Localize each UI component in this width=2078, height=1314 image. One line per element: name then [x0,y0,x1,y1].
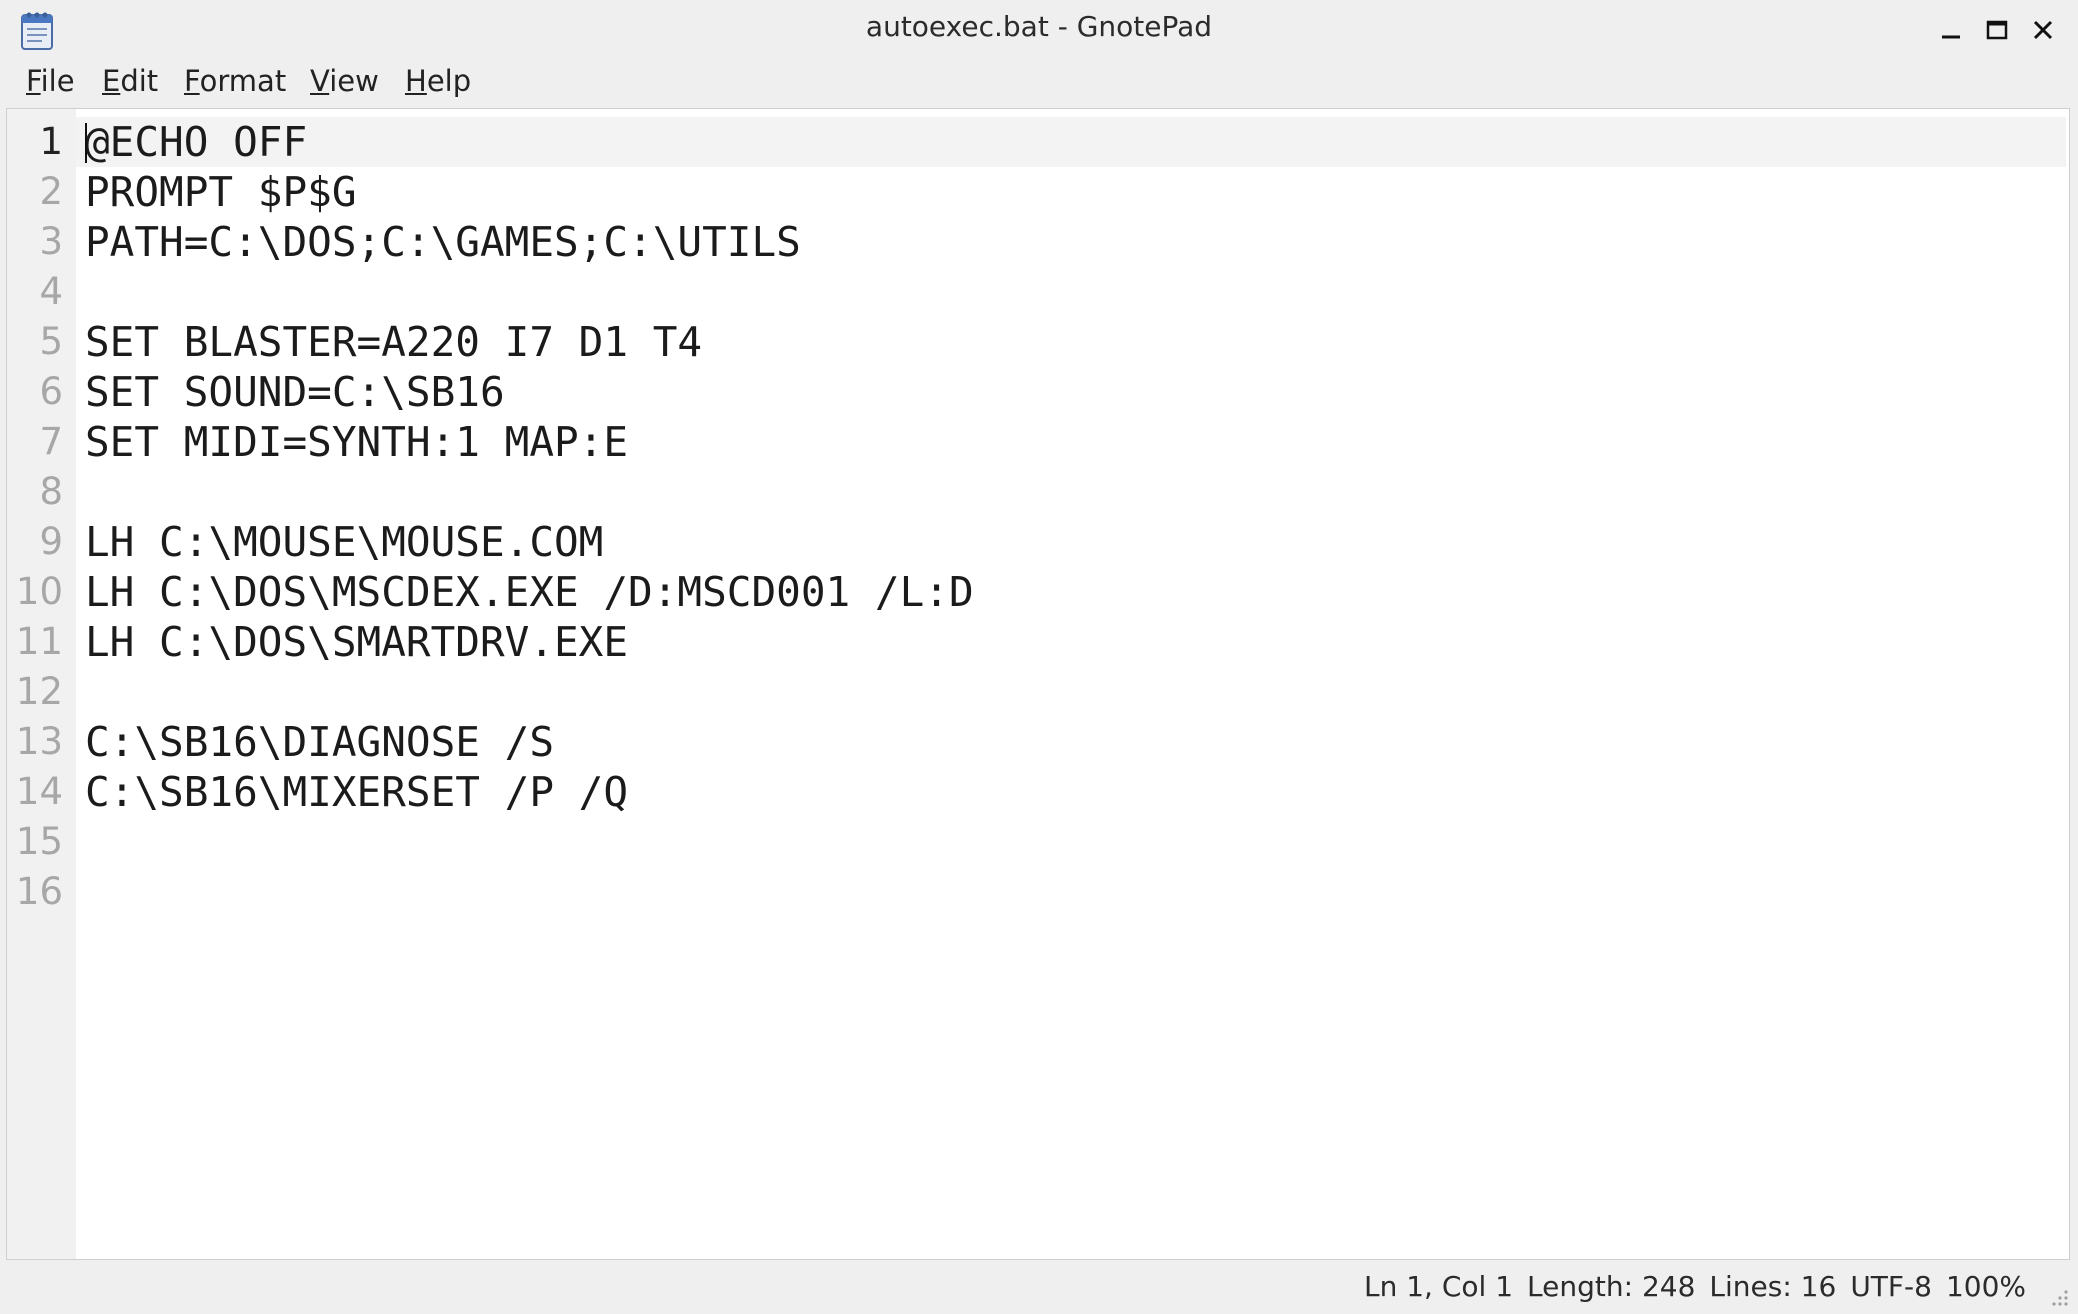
status-position: Ln 1, Col 1 [1364,1270,1514,1303]
line-number: 9 [39,520,63,563]
menu-help-mnemonic: H [405,64,427,98]
line-text[interactable]: LH C:\DOS\MSCDEX.EXE /D:MSCD001 /L:D [85,567,974,617]
status-length: Length: 248 [1527,1270,1696,1303]
line-number: 16 [15,870,63,913]
line-text[interactable]: LH C:\MOUSE\MOUSE.COM [85,517,603,567]
editor-line[interactable]: 8 [7,467,2069,517]
menu-format-label: ormat [199,64,287,98]
editor-line[interactable]: 15 [7,817,2069,867]
maximize-button[interactable] [1977,10,2017,50]
window-title: autoexec.bat - GnotePad [865,10,1213,43]
editor-line[interactable]: 5 SET BLASTER=A220 I7 D1 T4 [7,317,2069,367]
menu-help[interactable]: Help [405,62,471,100]
editor-line[interactable]: 16 [7,867,2069,917]
line-number: 13 [15,720,63,763]
menu-edit[interactable]: Edit [102,62,158,100]
editor-line[interactable]: 2 PROMPT $P$G [7,167,2069,217]
editor-line[interactable]: 4 [7,267,2069,317]
editor-line[interactable]: 13 C:\SB16\DIAGNOSE /S [7,717,2069,767]
line-number: 1 [39,120,63,163]
close-icon [2033,20,2053,40]
menu-edit-label: dit [120,64,159,98]
line-number: 12 [15,670,63,713]
menu-file[interactable]: File [26,62,75,100]
minimize-icon [1942,35,1960,39]
menu-view-mnemonic: V [310,64,330,98]
menu-edit-mnemonic: E [102,64,121,98]
status-bar: Ln 1, Col 1 Length: 248 Lines: 16 UTF-8 100% [0,1262,2078,1314]
text-caret [85,123,87,163]
line-text[interactable]: PATH=C:\DOS;C:\GAMES;C:\UTILS [85,217,801,267]
line-text[interactable]: LH C:\DOS\SMARTDRV.EXE [85,617,628,667]
line-number: 11 [15,620,63,663]
minimize-button[interactable] [1931,10,1971,50]
line-text[interactable]: C:\SB16\DIAGNOSE /S [85,717,554,767]
status-encoding: UTF-8 [1850,1270,1932,1303]
line-number: 2 [39,170,63,213]
line-text[interactable]: SET SOUND=C:\SB16 [85,367,505,417]
menu-file-label: ile [40,64,75,98]
editor-line[interactable]: 3 PATH=C:\DOS;C:\GAMES;C:\UTILS [7,217,2069,267]
text-editor[interactable]: 1 @ECHO OFF 2 PROMPT $P$G 3 PATH=C:\DOS;… [6,108,2070,1260]
editor-line[interactable]: 10 LH C:\DOS\MSCDEX.EXE /D:MSCD001 /L:D [7,567,2069,617]
editor-line[interactable]: 11 LH C:\DOS\SMARTDRV.EXE [7,617,2069,667]
status-text: Ln 1, Col 1 Length: 248 Lines: 16 UTF-8 100% [1350,1270,2026,1303]
close-button[interactable] [2023,10,2063,50]
line-number: 10 [15,570,63,613]
menu-view-label: iew [329,64,379,98]
editor-line[interactable]: 7 SET MIDI=SYNTH:1 MAP:E [7,417,2069,467]
line-number: 6 [39,370,63,413]
status-lines: Lines: 16 [1709,1270,1837,1303]
line-text[interactable]: SET BLASTER=A220 I7 D1 T4 [85,317,702,367]
menu-format[interactable]: Format [184,62,286,100]
app-window: autoexec.bat - GnotePad File Edit Format… [0,0,2078,1314]
menu-format-mnemonic: F [184,64,200,98]
menu-view[interactable]: View [310,62,379,100]
line-number: 14 [15,770,63,813]
resize-grip-icon[interactable] [2046,1284,2070,1308]
title-bar[interactable]: autoexec.bat - GnotePad [0,0,2078,56]
editor-line[interactable]: 6 SET SOUND=C:\SB16 [7,367,2069,417]
line-text[interactable]: SET MIDI=SYNTH:1 MAP:E [85,417,628,467]
line-number: 3 [39,220,63,263]
line-number: 5 [39,320,63,363]
editor-line[interactable]: 9 LH C:\MOUSE\MOUSE.COM [7,517,2069,567]
line-number: 15 [15,820,63,863]
editor-line[interactable]: 12 [7,667,2069,717]
line-number: 4 [39,270,63,313]
menu-bar: File Edit Format View Help [0,56,2078,106]
editor-line[interactable]: 14 C:\SB16\MIXERSET /P /Q [7,767,2069,817]
menu-help-label: elp [426,64,472,98]
status-zoom: 100% [1945,1270,2026,1303]
line-number: 7 [39,420,63,463]
menu-file-mnemonic: F [26,64,41,98]
line-text[interactable]: @ECHO OFF [85,117,307,167]
editor-line[interactable]: 1 @ECHO OFF [7,117,2069,167]
line-number: 8 [39,470,63,513]
line-text[interactable]: C:\SB16\MIXERSET /P /Q [85,767,628,817]
line-text[interactable]: PROMPT $P$G [85,167,357,217]
maximize-icon [1986,20,2008,40]
